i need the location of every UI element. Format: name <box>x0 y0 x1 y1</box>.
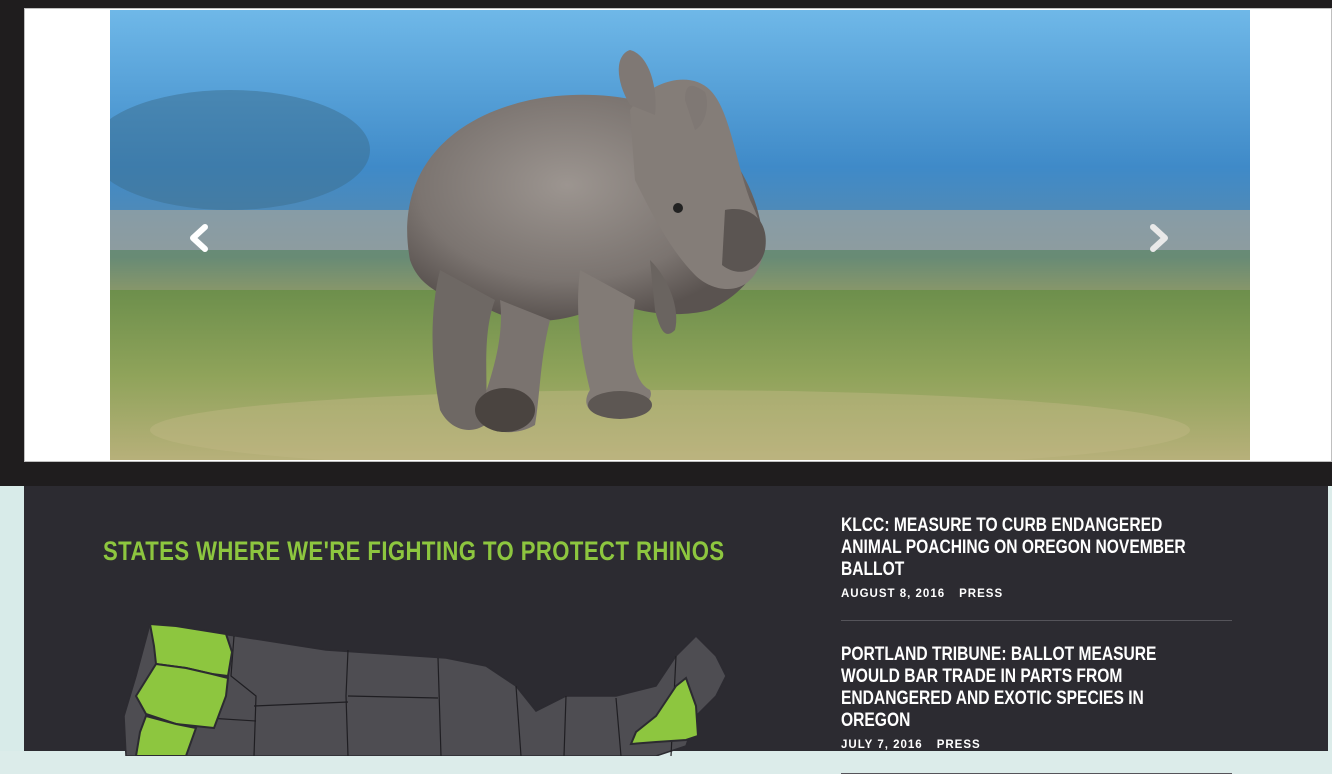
left-strip <box>0 486 24 751</box>
press-item: KLCC: MEASURE TO CURB ENDANGERED ANIMAL … <box>841 514 1232 621</box>
rhino-photo <box>110 10 1250 460</box>
slider-next-button[interactable] <box>1140 218 1180 258</box>
slider-prev-button[interactable] <box>178 218 218 258</box>
chevron-right-icon <box>1150 224 1168 252</box>
press-title-link[interactable]: PORTLAND TRIBUNE: BALLOT MEASURE WOULD B… <box>841 643 1217 731</box>
press-date: JULY 7, 2016 <box>841 739 923 751</box>
chevron-left-icon <box>190 224 208 252</box>
press-category[interactable]: PRESS <box>959 588 1003 600</box>
press-meta: JULY 7, 2016 PRESS <box>841 729 1232 773</box>
press-list: KLCC: MEASURE TO CURB ENDANGERED ANIMAL … <box>841 514 1232 774</box>
map-section-title: STATES WHERE WE'RE FIGHTING TO PROTECT R… <box>103 536 725 566</box>
press-item: PORTLAND TRIBUNE: BALLOT MEASURE WOULD B… <box>841 621 1232 774</box>
content-section: STATES WHERE WE'RE FIGHTING TO PROTECT R… <box>24 486 1328 774</box>
press-date: AUGUST 8, 2016 <box>841 588 946 600</box>
slide-image <box>110 10 1250 460</box>
press-category[interactable]: PRESS <box>937 739 981 751</box>
press-meta: AUGUST 8, 2016 PRESS <box>841 578 1232 620</box>
press-title-link[interactable]: KLCC: MEASURE TO CURB ENDANGERED ANIMAL … <box>841 514 1217 580</box>
us-states-map <box>123 622 727 756</box>
right-edge <box>1328 486 1332 751</box>
